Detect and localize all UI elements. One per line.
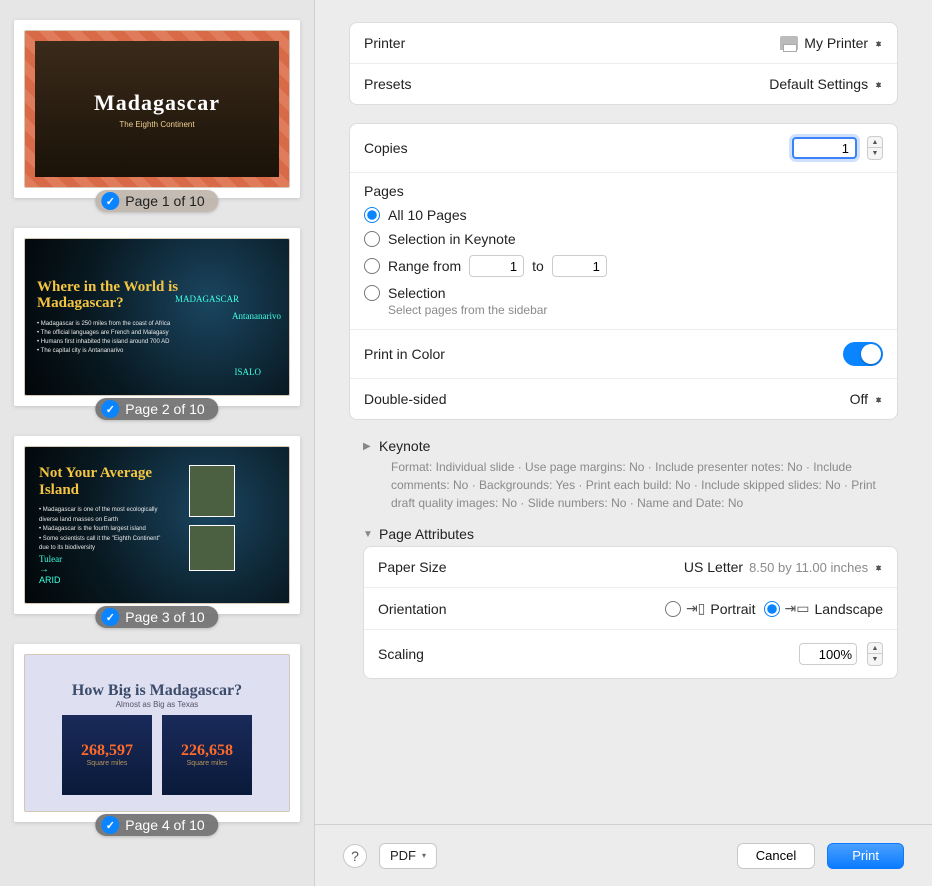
slide-title: Where in the World is Madagascar?	[37, 279, 181, 312]
page-badge[interactable]: ✓ Page 4 of 10	[95, 814, 218, 836]
slide-title: Not Your Average Island	[39, 465, 169, 498]
scaling-stepper[interactable]: ▲▼	[867, 642, 883, 666]
paper-size-popup[interactable]: US Letter 8.50 by 11.00 inches	[684, 559, 883, 575]
map-label: ISALO	[235, 367, 262, 377]
cancel-button[interactable]: Cancel	[737, 843, 815, 869]
dialog-footer: ? PDF ▾ Cancel Print	[315, 824, 932, 886]
page-badge[interactable]: ✓ Page 2 of 10	[95, 398, 218, 420]
map-label: MADAGASCAR	[175, 294, 239, 304]
copies-stepper[interactable]: ▲▼	[867, 136, 883, 160]
slide-bullets: • Madagascar is one of the most ecologic…	[39, 506, 169, 554]
print-color-toggle[interactable]	[843, 342, 883, 366]
orientation-portrait[interactable]: ⇥▯ Portrait	[665, 600, 756, 617]
radio-all-pages[interactable]: All 10 Pages	[364, 203, 883, 227]
pages-label: Pages	[350, 173, 897, 201]
portrait-icon: ⇥▯	[686, 600, 705, 617]
slide-title: Madagascar	[94, 90, 220, 116]
presets-popup[interactable]: Default Settings	[769, 76, 883, 92]
page-label: Page 1 of 10	[125, 193, 204, 209]
scaling-input[interactable]	[799, 643, 857, 665]
duplex-label: Double-sided	[364, 391, 447, 407]
pages-sidebar[interactable]: Madagascar The Eighth Continent ✓ Page 1…	[0, 0, 315, 886]
printer-icon	[780, 36, 798, 50]
slide-subtitle: The Eighth Continent	[119, 120, 194, 129]
map-label: Antananarivo	[232, 311, 281, 321]
orientation-landscape[interactable]: ⇥▭ Landscape	[764, 600, 883, 617]
help-button[interactable]: ?	[343, 844, 367, 868]
radio-selection-in-app[interactable]: Selection in Keynote	[364, 227, 883, 251]
page-badge[interactable]: ✓ Page 3 of 10	[95, 606, 218, 628]
scaling-label: Scaling	[378, 646, 424, 662]
pdf-menu-button[interactable]: PDF ▾	[379, 843, 437, 869]
copies-input[interactable]	[792, 137, 857, 159]
landscape-icon: ⇥▭	[785, 600, 810, 617]
slide-bullets: • Madagascar is 250 miles from the coast…	[37, 320, 170, 356]
print-button[interactable]: Print	[827, 843, 904, 869]
duplex-popup[interactable]: Off	[850, 391, 883, 407]
page-attributes-card: Paper Size US Letter 8.50 by 11.00 inche…	[363, 546, 898, 679]
chevron-updown-icon	[874, 43, 883, 44]
checkmark-icon[interactable]: ✓	[101, 192, 119, 210]
copies-label: Copies	[364, 140, 408, 156]
page-thumb-3[interactable]: Not Your Average Island • Madagascar is …	[14, 436, 300, 614]
chevron-right-icon: ▶	[363, 441, 375, 452]
print-dialog: Madagascar The Eighth Continent ✓ Page 1…	[0, 0, 932, 886]
presets-label: Presets	[364, 76, 411, 92]
page-label: Page 3 of 10	[125, 609, 204, 625]
orientation-label: Orientation	[378, 601, 446, 617]
chevron-updown-icon	[874, 567, 883, 568]
printer-presets-card: Printer My Printer Presets Default Setti…	[349, 22, 898, 105]
checkmark-icon[interactable]: ✓	[101, 816, 119, 834]
page-attributes-disclosure[interactable]: ▼ Page Attributes	[363, 526, 894, 542]
keynote-disclosure[interactable]: ▶ Keynote	[363, 438, 894, 454]
print-color-label: Print in Color	[364, 346, 445, 362]
chevron-updown-icon	[874, 84, 883, 85]
radio-range[interactable]: Range from to	[364, 251, 883, 281]
paper-size-label: Paper Size	[378, 559, 446, 575]
photo-placeholder	[189, 465, 235, 517]
page-label: Page 4 of 10	[125, 817, 204, 833]
printer-label: Printer	[364, 35, 405, 51]
slide-subtitle: Almost as Big as Texas	[116, 700, 199, 709]
chevron-updown-icon	[874, 399, 883, 400]
copies-pages-card: Copies ▲▼ Pages All 10 Pages Selection i…	[349, 123, 898, 420]
keynote-details: Format: Individual slide · Use page marg…	[363, 454, 894, 526]
radio-selection[interactable]: Selection	[364, 281, 883, 305]
checkmark-icon[interactable]: ✓	[101, 400, 119, 418]
range-from-input[interactable]	[469, 255, 524, 277]
page-thumb-4[interactable]: How Big is Madagascar? Almost as Big as …	[14, 644, 300, 822]
chevron-down-icon: ▾	[422, 851, 426, 860]
photo-placeholder	[189, 525, 235, 571]
slide-title: How Big is Madagascar?	[72, 682, 242, 700]
chevron-down-icon: ▼	[363, 529, 375, 540]
range-to-input[interactable]	[552, 255, 607, 277]
pages-radio-group: All 10 Pages Selection in Keynote Range …	[350, 201, 897, 330]
print-options-panel: Printer My Printer Presets Default Setti…	[315, 0, 932, 886]
printer-popup[interactable]: My Printer	[780, 35, 883, 51]
page-badge[interactable]: ✓ Page 1 of 10	[95, 190, 218, 212]
checkmark-icon[interactable]: ✓	[101, 608, 119, 626]
selection-hint: Select pages from the sidebar	[364, 303, 883, 317]
page-label: Page 2 of 10	[125, 401, 204, 417]
page-thumb-2[interactable]: Where in the World is Madagascar? • Mada…	[14, 228, 300, 406]
page-thumb-1[interactable]: Madagascar The Eighth Continent ✓ Page 1…	[14, 20, 300, 198]
